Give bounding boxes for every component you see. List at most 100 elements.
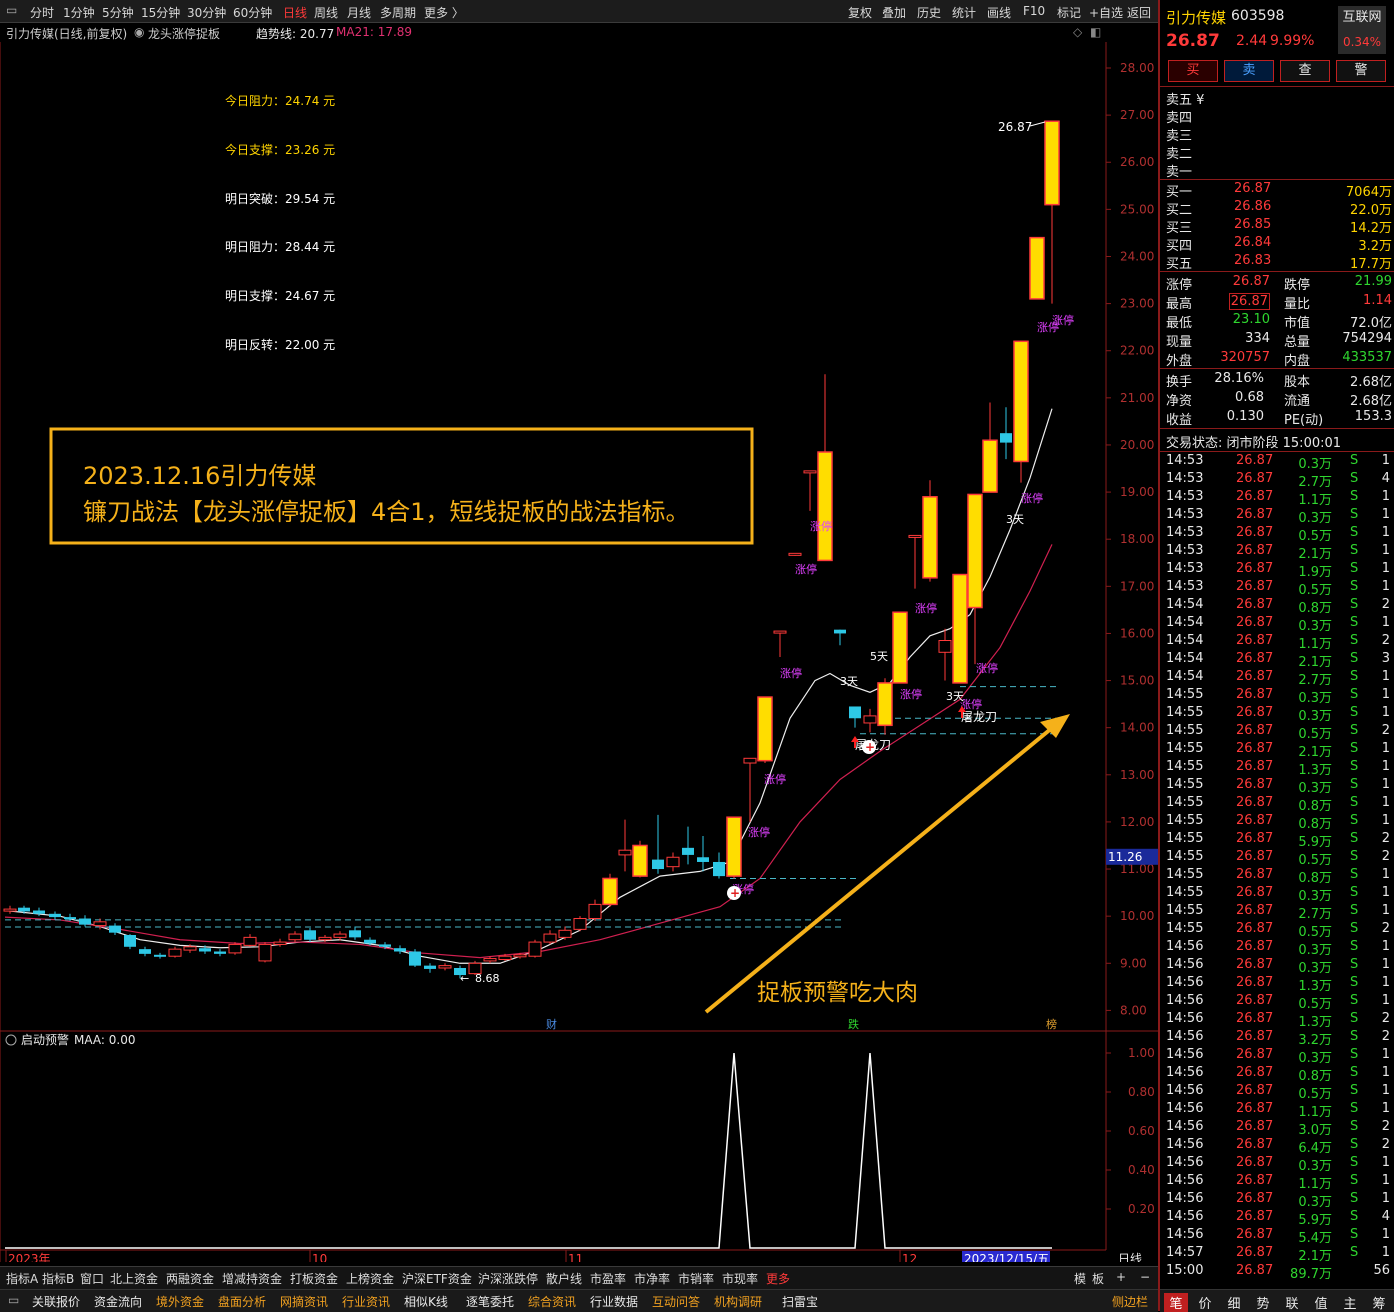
indicator-tab[interactable]: 散户线 (546, 1270, 582, 1287)
stat-label: 换手 (1166, 375, 1193, 390)
tick-time: 14:56 (1166, 975, 1204, 990)
toggle-icon[interactable]: ◉ (134, 25, 144, 39)
info-tab[interactable]: 综合资讯 (528, 1293, 576, 1310)
indicator-tab[interactable]: 沪深ETF资金 (402, 1270, 472, 1287)
tool-button[interactable]: 复权 (848, 4, 872, 21)
info-tab[interactable]: 盘面分析 (218, 1293, 266, 1310)
layout-button[interactable]: 板 (1092, 1270, 1104, 1287)
tick-row: 14:53 26.87 1.9万 S 1 (1166, 561, 1392, 580)
tick-count: 1 (1381, 1083, 1390, 1098)
tool-button[interactable]: 画线 (987, 4, 1011, 21)
trade-button-0[interactable]: 买 (1168, 60, 1218, 82)
stat-label: 股本 (1284, 375, 1311, 390)
sector-badge[interactable]: 互联网 (1338, 6, 1386, 30)
info-tab[interactable]: 相似K线 (404, 1293, 448, 1310)
tool-button[interactable]: +自选 (1089, 4, 1123, 21)
tool-button[interactable]: 统计 (952, 4, 976, 21)
trade-button-3[interactable]: 警 (1336, 60, 1386, 82)
info-tab[interactable]: 互动问答 (652, 1293, 700, 1310)
tick-price: 26.87 (1236, 759, 1274, 774)
layout-button[interactable]: − (1140, 1270, 1150, 1284)
period-tab[interactable]: 60分钟 (233, 4, 272, 21)
period-tab[interactable]: 周线 (314, 4, 338, 21)
period-tab[interactable]: 日线 (283, 4, 307, 21)
panel-tab[interactable]: 价 (1193, 1293, 1217, 1312)
indicator-tab[interactable]: 窗口 (80, 1270, 104, 1287)
info-tab[interactable]: 网摘资讯 (280, 1293, 328, 1310)
panel-tab[interactable]: 主 (1338, 1293, 1362, 1312)
layout-button[interactable]: + (1116, 1270, 1126, 1284)
indicator-tab[interactable]: 市现率 (722, 1270, 758, 1287)
panel-tab[interactable]: 值 (1309, 1293, 1333, 1312)
bid-price: 26.84 (1234, 235, 1272, 250)
stat-value: 2.68亿 (1350, 394, 1392, 409)
indicator-tab[interactable]: 两融资金 (166, 1270, 214, 1287)
menu-icon[interactable]: ▭ (8, 1293, 19, 1307)
limit-up-candle (757, 696, 773, 762)
indicator-tab[interactable]: 市净率 (634, 1270, 670, 1287)
tick-price: 26.87 (1236, 471, 1274, 486)
tick-volume: 2.1万 (1298, 1249, 1332, 1264)
indicator-name[interactable]: 龙头涨停捉板 (148, 25, 220, 42)
info-tab[interactable]: 扫雷宝 (782, 1293, 818, 1310)
tool-button[interactable]: 历史 (917, 4, 941, 21)
tick-side: S (1350, 813, 1359, 828)
info-tab[interactable]: 境外资金 (156, 1293, 204, 1310)
indicator-tab[interactable]: 增减持资金 (222, 1270, 282, 1287)
period-button[interactable]: 日线 (1118, 1252, 1142, 1262)
indicator-tab[interactable]: 市盈率 (590, 1270, 626, 1287)
stat-value: 1.14 (1363, 293, 1392, 308)
tick-price: 26.87 (1236, 1047, 1274, 1062)
tick-price: 26.87 (1236, 741, 1274, 756)
diamond-icon[interactable]: ◇ (1073, 25, 1082, 39)
period-tab[interactable]: 月线 (347, 4, 371, 21)
indicator-tab[interactable]: 市销率 (678, 1270, 714, 1287)
tick-price: 26.87 (1236, 849, 1274, 864)
kline-chart[interactable]: 28.00 27.00 26.00 25.00 24.00 23.00 22.00 21.00… (0, 42, 1158, 1262)
panel-tab[interactable]: 势 (1251, 1293, 1275, 1312)
indicator-tab[interactable]: 更多 (766, 1270, 790, 1287)
tick-side: S (1350, 1173, 1359, 1188)
panel-tab[interactable]: 联 (1280, 1293, 1304, 1312)
tool-button[interactable]: F10 (1023, 4, 1045, 18)
panel-icon[interactable]: ◧ (1090, 25, 1101, 39)
info-tab[interactable]: 机构调研 (714, 1293, 762, 1310)
panel-tab[interactable]: 笔 (1164, 1293, 1188, 1312)
indicator-tab[interactable]: 指标A (6, 1270, 38, 1287)
indicator-tab[interactable]: 北上资金 (110, 1270, 158, 1287)
info-tab[interactable]: 行业数据 (590, 1293, 638, 1310)
tick-time: 14:56 (1166, 1209, 1204, 1224)
panel-tab[interactable]: 筹 (1367, 1293, 1391, 1312)
info-tab[interactable]: 资金流向 (94, 1293, 142, 1310)
tool-button[interactable]: 标记 (1057, 4, 1081, 21)
period-tab[interactable]: 30分钟 (187, 4, 226, 21)
layout-button[interactable]: 模 (1074, 1270, 1086, 1287)
info-tab[interactable]: 逐笔委托 (466, 1293, 514, 1310)
sidebar-button[interactable]: 侧边栏 (1112, 1293, 1148, 1310)
collapse-icon[interactable] (5, 1034, 17, 1046)
info-tab[interactable]: 关联报价 (32, 1293, 80, 1310)
trade-button-2[interactable]: 查 (1280, 60, 1330, 82)
tool-button[interactable]: 返回 (1127, 4, 1151, 21)
period-tab[interactable]: 1分钟 (63, 4, 95, 21)
period-tab[interactable]: 15分钟 (141, 4, 180, 21)
indicator-tab[interactable]: 指标B (42, 1270, 74, 1287)
current-date: 2023/12/15/五 (964, 1252, 1049, 1262)
info-tab[interactable]: 行业资讯 (342, 1293, 390, 1310)
menu-icon[interactable]: ▭ (6, 3, 17, 17)
indicator-tab[interactable]: 打板资金 (290, 1270, 338, 1287)
tool-button[interactable]: 叠加 (882, 4, 906, 21)
tick-volume: 1.3万 (1298, 979, 1332, 994)
indicator-tab[interactable]: 上榜资金 (346, 1270, 394, 1287)
period-tab[interactable]: 更多 〉 (424, 4, 464, 21)
tick-price: 26.87 (1236, 1065, 1274, 1080)
period-tab[interactable]: 多周期 (380, 4, 416, 21)
tick-volume: 1.9万 (1298, 565, 1332, 580)
panel-tab[interactable]: 细 (1222, 1293, 1246, 1312)
tick-count: 1 (1381, 1227, 1390, 1242)
trade-button-1[interactable]: 卖 (1224, 60, 1274, 82)
period-tab[interactable]: 分时 (30, 4, 54, 21)
limit-up-mark: 涨停 (780, 666, 802, 680)
period-tab[interactable]: 5分钟 (102, 4, 134, 21)
indicator-tab[interactable]: 沪深涨跌停 (478, 1270, 538, 1287)
